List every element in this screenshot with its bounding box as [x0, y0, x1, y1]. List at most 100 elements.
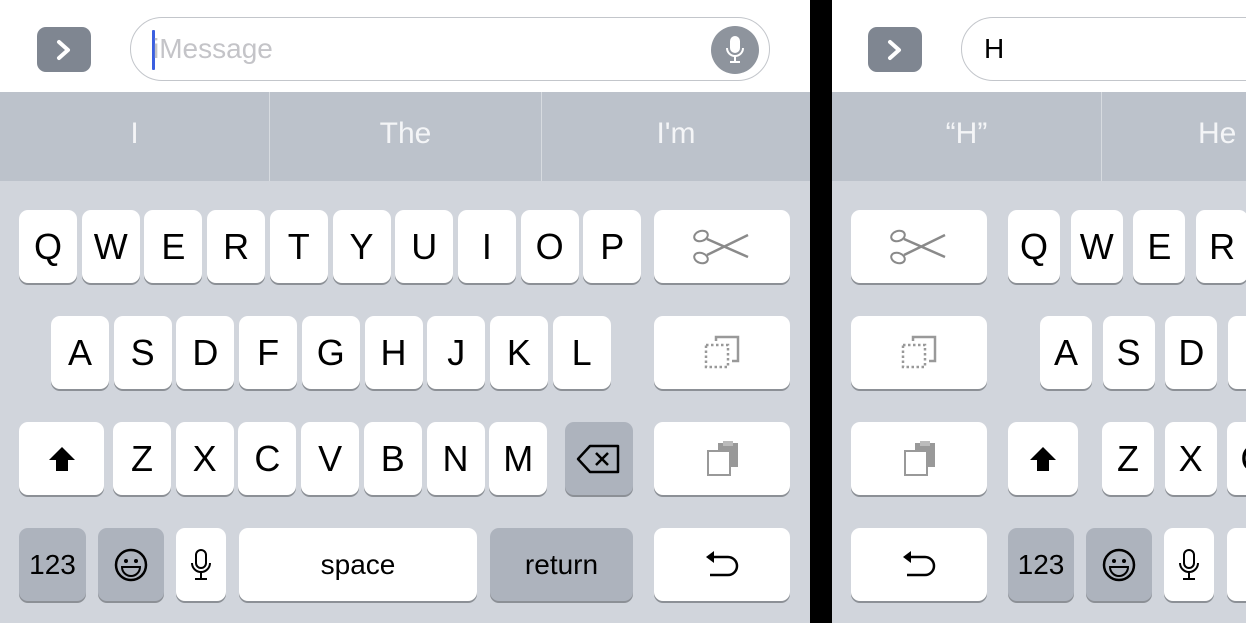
- key-label: X: [1178, 437, 1203, 479]
- key-label: return: [524, 548, 599, 580]
- key-label: Q: [1019, 225, 1048, 267]
- key-a[interactable]: A: [1040, 316, 1092, 389]
- key-label: L: [571, 331, 592, 373]
- suggestion-2[interactable]: The: [270, 92, 541, 181]
- key-t[interactable]: T: [269, 210, 328, 283]
- key-m[interactable]: M: [489, 422, 548, 495]
- key-q[interactable]: Q: [19, 210, 77, 283]
- undo-button[interactable]: [654, 528, 790, 601]
- key-label: J: [447, 331, 466, 373]
- keyboard-panel-right: H “H” He QWER ASDF ZXC 123: [832, 0, 1246, 623]
- key-s[interactable]: S: [113, 316, 172, 389]
- dictation-key[interactable]: [176, 528, 226, 601]
- emoji-key[interactable]: [1086, 528, 1152, 601]
- space-key[interactable]: [1227, 528, 1246, 601]
- expand-apps-button[interactable]: [868, 27, 922, 72]
- key-r[interactable]: R: [1196, 210, 1246, 283]
- key-d[interactable]: D: [176, 316, 235, 389]
- key-b[interactable]: B: [363, 422, 422, 495]
- key-c[interactable]: C: [238, 422, 297, 495]
- microphone-icon: [726, 36, 744, 63]
- key-z[interactable]: Z: [113, 422, 171, 495]
- key-label: space: [320, 548, 396, 580]
- key-label: V: [318, 437, 343, 479]
- suggestion-1[interactable]: “H”: [832, 92, 1101, 181]
- key-label: S: [1116, 331, 1141, 373]
- key-label: H: [380, 331, 407, 373]
- message-header: iMessage: [0, 0, 810, 92]
- key-v[interactable]: V: [301, 422, 360, 495]
- key-r[interactable]: R: [207, 210, 266, 283]
- emoji-icon: [113, 547, 149, 583]
- key-h[interactable]: H: [364, 316, 423, 389]
- shift-key[interactable]: [1008, 422, 1078, 495]
- key-q[interactable]: Q: [1008, 210, 1060, 283]
- key-l[interactable]: L: [552, 316, 611, 389]
- expand-apps-button[interactable]: [37, 27, 91, 72]
- key-u[interactable]: U: [395, 210, 454, 283]
- undo-button[interactable]: [851, 528, 987, 601]
- key-label: F: [257, 331, 280, 373]
- key-c[interactable]: C: [1227, 422, 1246, 495]
- paste-button[interactable]: [654, 422, 790, 495]
- dictation-button[interactable]: [711, 26, 759, 74]
- key-e[interactable]: E: [144, 210, 203, 283]
- key-z[interactable]: Z: [1102, 422, 1154, 495]
- select-all-button[interactable]: [654, 316, 790, 389]
- key-e[interactable]: E: [1133, 210, 1186, 283]
- cut-button[interactable]: [654, 210, 790, 283]
- message-placeholder: iMessage: [153, 33, 273, 64]
- emoji-icon: [1101, 547, 1137, 583]
- key-g[interactable]: G: [301, 316, 360, 389]
- suggestion-2[interactable]: He: [1102, 92, 1246, 181]
- key-label: G: [316, 331, 345, 373]
- paste-button[interactable]: [851, 422, 987, 495]
- key-y[interactable]: Y: [332, 210, 391, 283]
- key-label: 123: [29, 548, 76, 580]
- space-key[interactable]: space: [239, 528, 477, 601]
- key-x[interactable]: X: [1164, 422, 1217, 495]
- delete-key[interactable]: [565, 422, 633, 495]
- key-label: C: [254, 437, 281, 479]
- key-label: R: [1209, 225, 1236, 267]
- key-label: Z: [1117, 437, 1139, 479]
- select-all-button[interactable]: [851, 316, 987, 389]
- key-f[interactable]: F: [1228, 316, 1246, 389]
- key-w[interactable]: W: [1070, 210, 1123, 283]
- key-w[interactable]: W: [81, 210, 140, 283]
- key-s[interactable]: S: [1102, 316, 1155, 389]
- key-label: D: [192, 331, 219, 373]
- key-n[interactable]: N: [426, 422, 485, 495]
- key-f[interactable]: F: [239, 316, 298, 389]
- suggestion-bar: I The I'm: [0, 92, 810, 181]
- key-label: A: [67, 331, 92, 373]
- scissors-icon: [692, 227, 752, 267]
- return-key[interactable]: return: [490, 528, 633, 601]
- key-x[interactable]: X: [175, 422, 234, 495]
- emoji-key[interactable]: [98, 528, 164, 601]
- key-label: K: [506, 331, 531, 373]
- shift-key[interactable]: [19, 422, 104, 495]
- suggestion-1[interactable]: I: [0, 92, 269, 181]
- message-input[interactable]: H: [961, 17, 1246, 81]
- dictation-key[interactable]: [1164, 528, 1214, 601]
- scissors-icon: [889, 227, 949, 267]
- key-i[interactable]: I: [457, 210, 516, 283]
- numbers-key[interactable]: 123: [1008, 528, 1074, 601]
- key-label: I: [481, 225, 492, 267]
- select-all-icon: [899, 333, 939, 373]
- key-o[interactable]: O: [520, 210, 579, 283]
- key-a[interactable]: A: [51, 316, 109, 389]
- key-label: C: [1240, 438, 1246, 480]
- key-label: B: [380, 437, 405, 479]
- suggestion-3[interactable]: I'm: [542, 92, 810, 181]
- key-label: Y: [349, 225, 374, 267]
- key-label: S: [130, 331, 155, 373]
- key-d[interactable]: D: [1165, 316, 1218, 389]
- key-j[interactable]: J: [427, 316, 486, 389]
- cut-button[interactable]: [851, 210, 987, 283]
- message-input[interactable]: iMessage: [130, 17, 770, 81]
- key-k[interactable]: K: [489, 316, 548, 389]
- key-p[interactable]: P: [583, 210, 642, 283]
- numbers-key[interactable]: 123: [19, 528, 86, 601]
